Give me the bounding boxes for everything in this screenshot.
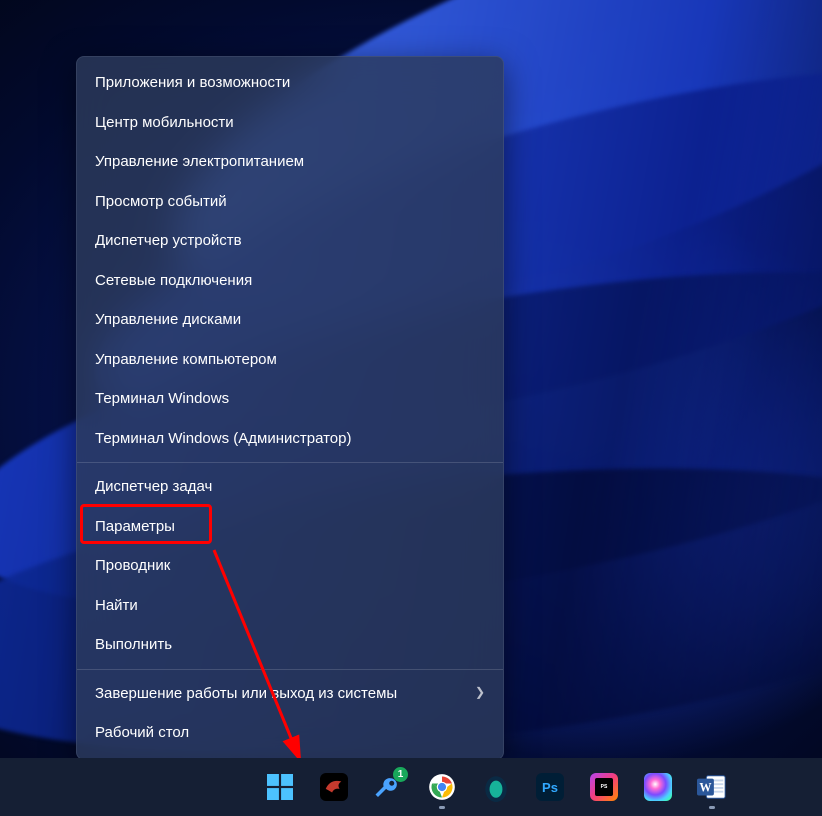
- taskbar-app-key[interactable]: 1: [372, 771, 404, 803]
- menu-item-label: Найти: [95, 596, 138, 616]
- word-icon: W: [697, 773, 727, 801]
- taskbar-app-pixlr[interactable]: [642, 771, 674, 803]
- menu-item-run[interactable]: Выполнить: [77, 625, 503, 665]
- menu-item-label: Терминал Windows: [95, 389, 229, 409]
- menu-item-file-explorer[interactable]: Проводник: [77, 546, 503, 586]
- menu-item-network-connections[interactable]: Сетевые подключения: [77, 261, 503, 301]
- egg-icon: [483, 772, 509, 802]
- menu-item-mobility-center[interactable]: Центр мобильности: [77, 103, 503, 143]
- menu-item-label: Проводник: [95, 556, 170, 576]
- menu-item-label: Управление дисками: [95, 310, 241, 330]
- menu-item-task-manager[interactable]: Диспетчер задач: [77, 467, 503, 507]
- winx-context-menu: Приложения и возможности Центр мобильнос…: [76, 56, 504, 760]
- running-indicator: [709, 806, 715, 809]
- menu-item-label: Выполнить: [95, 635, 172, 655]
- start-button[interactable]: [264, 771, 296, 803]
- swirl-icon: [644, 773, 672, 801]
- menu-item-settings[interactable]: Параметры: [77, 507, 503, 547]
- menu-item-terminal[interactable]: Терминал Windows: [77, 379, 503, 419]
- phpstorm-icon: PS: [595, 778, 613, 796]
- menu-item-label: Диспетчер задач: [95, 477, 212, 497]
- menu-item-label: Сетевые подключения: [95, 271, 252, 291]
- menu-item-device-manager[interactable]: Диспетчер устройств: [77, 221, 503, 261]
- menu-item-desktop[interactable]: Рабочий стол: [77, 713, 503, 753]
- menu-item-shutdown-signout[interactable]: Завершение работы или выход из системы ❯: [77, 674, 503, 714]
- menu-item-disk-management[interactable]: Управление дисками: [77, 300, 503, 340]
- menu-item-label: Диспетчер устройств: [95, 231, 242, 251]
- menu-item-label: Управление электропитанием: [95, 152, 304, 172]
- taskbar-app-chrome[interactable]: [426, 771, 458, 803]
- menu-item-label: Управление компьютером: [95, 350, 277, 370]
- windows-logo-icon: [267, 774, 293, 800]
- menu-item-label: Просмотр событий: [95, 192, 227, 212]
- photoshop-icon: Ps: [542, 780, 558, 795]
- menu-item-label: Рабочий стол: [95, 723, 189, 743]
- chevron-right-icon: ❯: [475, 685, 485, 701]
- taskbar-app-word[interactable]: W: [696, 771, 728, 803]
- taskbar: 1 Ps PS: [0, 758, 822, 816]
- taskbar-app-photoshop[interactable]: Ps: [534, 771, 566, 803]
- menu-item-computer-management[interactable]: Управление компьютером: [77, 340, 503, 380]
- menu-item-label: Центр мобильности: [95, 113, 234, 133]
- taskbar-app-eset[interactable]: [480, 771, 512, 803]
- menu-item-search[interactable]: Найти: [77, 586, 503, 626]
- running-indicator: [439, 806, 445, 809]
- menu-separator: [77, 669, 503, 670]
- menu-separator: [77, 462, 503, 463]
- menu-item-label: Приложения и возможности: [95, 73, 290, 93]
- key-badge: 1: [393, 767, 408, 782]
- menu-item-event-viewer[interactable]: Просмотр событий: [77, 182, 503, 222]
- menu-item-apps-and-features[interactable]: Приложения и возможности: [77, 63, 503, 103]
- taskbar-app-phpstorm[interactable]: PS: [588, 771, 620, 803]
- taskbar-app-zkteco[interactable]: [318, 771, 350, 803]
- menu-item-label: Параметры: [95, 517, 175, 537]
- menu-item-terminal-admin[interactable]: Терминал Windows (Администратор): [77, 419, 503, 459]
- svg-text:W: W: [699, 781, 711, 795]
- menu-item-label: Терминал Windows (Администратор): [95, 429, 351, 449]
- bird-icon: [323, 776, 345, 798]
- chrome-icon: [428, 773, 456, 801]
- menu-item-label: Завершение работы или выход из системы: [95, 684, 397, 704]
- menu-item-power-options[interactable]: Управление электропитанием: [77, 142, 503, 182]
